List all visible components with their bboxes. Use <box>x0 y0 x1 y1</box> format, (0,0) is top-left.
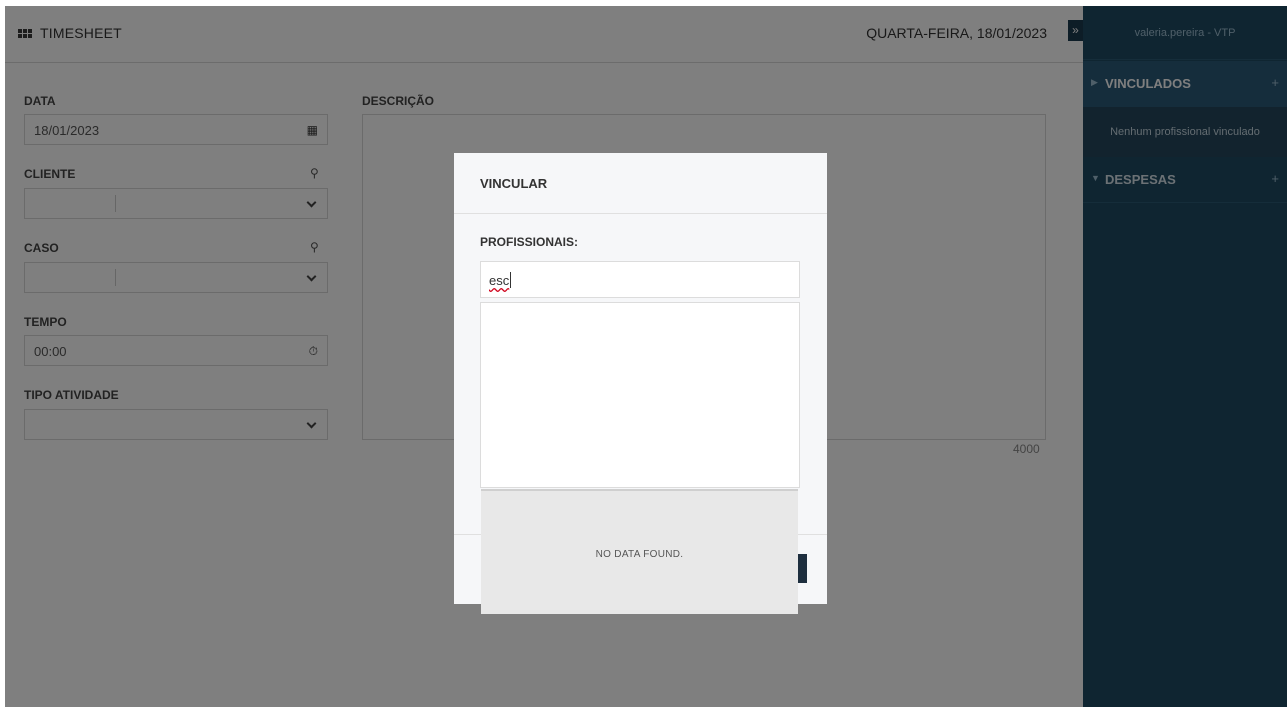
profissionais-label: PROFISSIONAIS: <box>480 235 579 249</box>
no-data-message: NO DATA FOUND. <box>595 549 684 560</box>
search-input-value: esc <box>489 273 510 288</box>
modal-title: VINCULAR <box>480 176 548 191</box>
app-frame: TIMESHEET QUARTA-FEIRA, 18/01/2023 DATA … <box>5 6 1287 707</box>
profissionais-list[interactable] <box>480 302 800 488</box>
profissionais-search-input[interactable]: esc <box>480 261 800 298</box>
text-caret <box>510 272 511 288</box>
confirm-button[interactable] <box>797 554 807 583</box>
dropdown-no-data-panel: NO DATA FOUND. <box>481 489 798 614</box>
modal-header: VINCULAR <box>454 153 827 214</box>
